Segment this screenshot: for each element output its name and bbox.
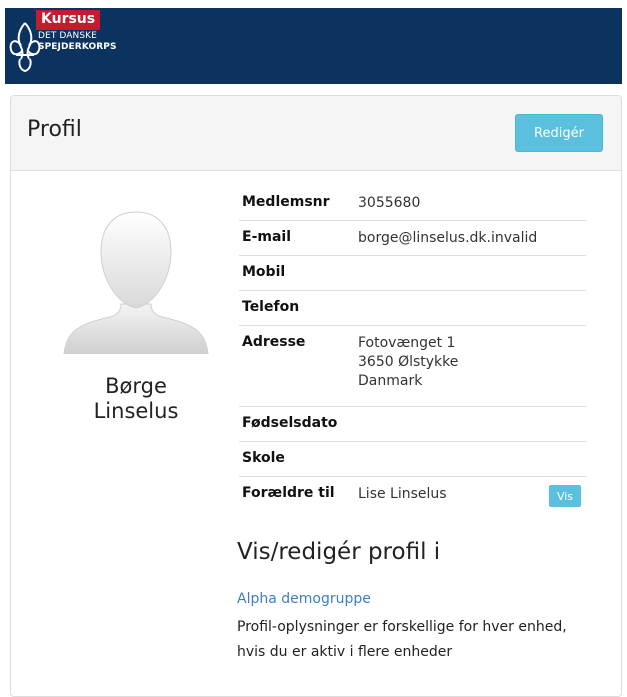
edit-profile-button[interactable]: Redigér (515, 114, 603, 152)
last-name: Linselus (93, 399, 179, 423)
info-row-email: E-mail borge@linselus.dk.invalid (239, 221, 586, 256)
info-row-membership-number: Medlemsnr 3055680 (239, 186, 586, 221)
site-logo[interactable]: Kursus DET DANSKE SPEJDERKORPS (8, 10, 148, 80)
section-description: Profil-oplysninger er forskellige for hv… (237, 619, 567, 660)
avatar-silhouette-icon (63, 211, 209, 354)
member-name: Børge Linselus (56, 374, 216, 424)
address-line: 3650 Ølstykke (358, 354, 459, 370)
field-label: E-mail (242, 229, 292, 245)
org-name-line2: SPEJDERKORPS (38, 42, 117, 52)
info-row-mobile: Mobil (239, 256, 586, 291)
field-value: Lise Linselus (358, 486, 447, 502)
section-title: Vis/redigér profil i (237, 539, 441, 565)
view-child-button[interactable]: Vis (549, 485, 581, 507)
profile-info-table: Medlemsnr 3055680 E-mail borge@linselus.… (239, 186, 586, 514)
field-value: Fotovænget 1 3650 Ølstykke Danmark (358, 334, 458, 391)
address-line: Danmark (358, 373, 423, 389)
page-title: Profil (27, 117, 82, 142)
info-row-school: Skole (239, 442, 586, 477)
panel-header: Profil Redigér (11, 96, 621, 171)
address-line: Fotovænget 1 (358, 335, 456, 351)
field-label: Adresse (242, 334, 306, 350)
org-name: DET DANSKE SPEJDERKORPS (38, 31, 117, 53)
org-name-line1: DET DANSKE (38, 31, 97, 41)
profile-panel: Profil Redigér Børge Linselus Medlemsnr … (10, 95, 622, 697)
first-name: Børge (105, 374, 167, 398)
group-link[interactable]: Alpha demogruppe (237, 591, 371, 607)
top-navbar: Kursus DET DANSKE SPEJDERKORPS (5, 8, 622, 84)
info-row-address: Adresse Fotovænget 1 3650 Ølstykke Danma… (239, 326, 586, 407)
info-row-phone: Telefon (239, 291, 586, 326)
field-label: Medlemsnr (242, 194, 330, 210)
kursus-badge: Kursus (36, 10, 101, 30)
field-label: Fødselsdato (242, 415, 338, 431)
info-row-birthdate: Fødselsdato (239, 407, 586, 442)
info-row-parent-of: Forældre til Lise Linselus Vis (239, 477, 586, 514)
field-value: borge@linselus.dk.invalid (358, 230, 538, 246)
field-label: Forældre til (242, 485, 335, 501)
field-label: Mobil (242, 264, 286, 280)
field-label: Telefon (242, 299, 300, 315)
field-label: Skole (242, 450, 285, 466)
field-value: 3055680 (358, 195, 421, 211)
